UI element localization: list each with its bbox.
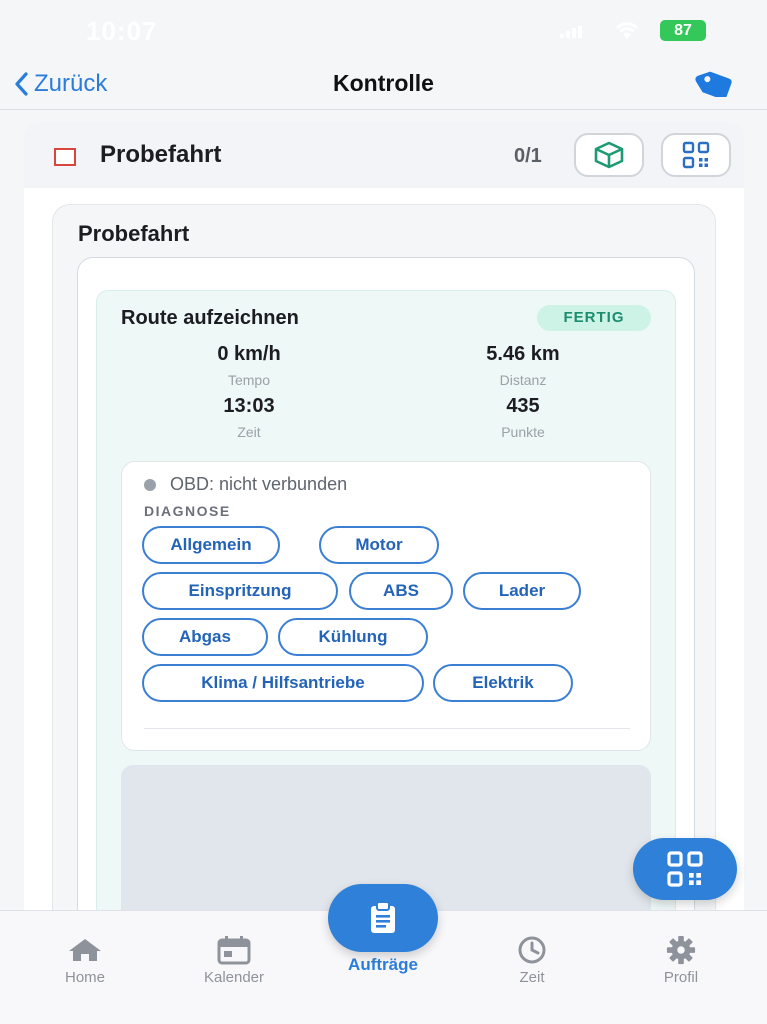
stat-label: Distanz: [499, 372, 547, 388]
divider: [144, 728, 630, 729]
obd-status: OBD: nicht verbunden: [170, 474, 348, 494]
chip-abs[interactable]: ABS: [349, 572, 453, 610]
task-header: Probefahrt 0/1: [24, 122, 744, 188]
tab-auftraege[interactable]: Aufträge: [323, 951, 443, 975]
diagnose-label: DIAGNOSE: [144, 503, 231, 519]
section-body: Route aufzeichnen FERTIG 0 km/h Tempo 5.…: [77, 257, 695, 922]
chip-elektrik[interactable]: Elektrik: [433, 664, 573, 702]
tab-kalender[interactable]: Kalender: [174, 935, 294, 986]
task-card: Probefahrt 0/1 Probefahrt Route aufzeich…: [24, 122, 744, 922]
box-button[interactable]: [574, 133, 644, 177]
box-icon: [594, 141, 624, 169]
stat-zeit: 13:03 Zeit: [159, 395, 339, 440]
wifi-icon: [612, 19, 642, 46]
section-title: Probefahrt: [78, 221, 190, 246]
task-title: Probefahrt: [100, 141, 222, 168]
calendar-icon: [174, 935, 294, 965]
obd-status-dot: [144, 479, 156, 491]
task-checkbox[interactable]: [54, 148, 76, 166]
tab-label: Zeit: [519, 969, 545, 986]
chip-klima[interactable]: Klima / Hilfsantriebe: [142, 664, 424, 702]
chip-allgemein[interactable]: Allgemein: [142, 526, 280, 564]
stat-label: Punkte: [501, 424, 545, 440]
stat-value: 435: [506, 395, 540, 417]
chip-motor[interactable]: Motor: [319, 526, 439, 564]
tab-label: Aufträge: [348, 955, 418, 974]
chip-einspritzung[interactable]: Einspritzung: [142, 572, 338, 610]
clipboard-icon: [371, 901, 395, 933]
status-badge: FERTIG: [537, 305, 651, 331]
stat-value: 5.46 km: [486, 343, 560, 365]
stat-tempo: 0 km/h Tempo: [159, 343, 339, 388]
tab-zeit[interactable]: Zeit: [472, 935, 592, 986]
stat-label: Zeit: [237, 424, 261, 440]
stat-label: Tempo: [227, 372, 271, 388]
tab-label: Home: [64, 969, 105, 986]
tag-icon: [695, 71, 732, 97]
route-panel: Route aufzeichnen FERTIG 0 km/h Tempo 5.…: [96, 290, 676, 922]
auftraege-button[interactable]: [328, 884, 438, 952]
stat-punkte: 435 Punkte: [433, 395, 613, 440]
tab-profil[interactable]: Profil: [621, 935, 741, 986]
probefahrt-section: Probefahrt Route aufzeichnen FERTIG 0 km…: [52, 204, 716, 922]
home-icon: [25, 935, 145, 965]
route-title: Route aufzeichnen: [121, 307, 299, 329]
task-count: 0/1: [514, 145, 542, 167]
battery-indicator: 87: [660, 20, 706, 41]
chip-lader[interactable]: Lader: [463, 572, 581, 610]
status-time: 10:07: [86, 16, 158, 46]
nav-bar: Zurück Kontrolle: [0, 60, 767, 110]
stat-value: 13:03: [223, 395, 275, 417]
scan-qr-button[interactable]: [633, 838, 737, 900]
obd-panel: OBD: nicht verbunden DIAGNOSE Allgemein …: [121, 461, 651, 751]
page-title: Kontrolle: [333, 70, 434, 96]
signal-icon: [560, 26, 584, 38]
tab-label: Kalender: [203, 969, 265, 986]
gear-icon: [621, 935, 741, 965]
chip-abgas[interactable]: Abgas: [142, 618, 268, 656]
chip-kuehlung[interactable]: Kühlung: [278, 618, 428, 656]
tag-button[interactable]: [688, 68, 736, 100]
stat-distanz: 5.46 km Distanz: [433, 343, 613, 388]
qr-code-icon: [682, 141, 710, 169]
qr-code-icon: [667, 851, 703, 887]
stat-value: 0 km/h: [217, 343, 281, 365]
qr-button[interactable]: [661, 133, 731, 177]
status-bar: 10:07 87: [0, 0, 767, 60]
tab-home[interactable]: Home: [25, 935, 145, 986]
battery-level: 87: [674, 22, 692, 39]
clock-icon: [472, 935, 592, 965]
tab-label: Profil: [663, 969, 699, 986]
